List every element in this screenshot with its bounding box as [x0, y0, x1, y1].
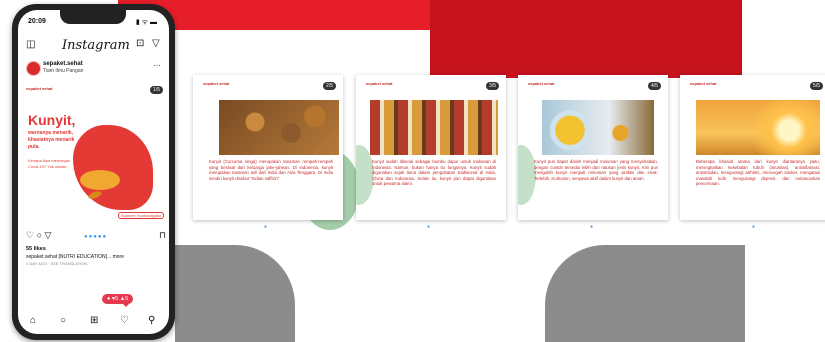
- slide-logo: sepaket sehat: [690, 81, 717, 86]
- search-icon[interactable]: ○: [60, 315, 66, 326]
- avatar[interactable]: [26, 61, 41, 76]
- phone-notch: [60, 10, 126, 24]
- slide-text: Kunyit pun dapat diolah menjadi minuman …: [534, 159, 658, 181]
- phone-mockup: 20:09 ▮ ᯤ ▬ ◫ Instagram ⊡ ▽ sepaket.seha…: [12, 4, 175, 340]
- comment-icon[interactable]: ○: [37, 230, 42, 240]
- more-options-icon[interactable]: ···: [153, 61, 161, 70]
- phone-screen: 20:09 ▮ ᯤ ▬ ◫ Instagram ⊡ ▽ sepaket.seha…: [18, 10, 169, 334]
- slide-logo: sepaket sehat: [26, 86, 53, 91]
- activity-heart-icon[interactable]: ♡: [120, 315, 129, 326]
- slide-logo: sepaket sehat: [528, 81, 555, 86]
- slide-2-indicator: ●: [264, 224, 268, 230]
- post-username[interactable]: sepaket.sehat: [43, 61, 83, 67]
- status-time: 20:09: [28, 18, 46, 25]
- slide-counter: 2/5: [323, 82, 336, 90]
- add-post-icon[interactable]: ⊞: [90, 315, 98, 326]
- app-title: Instagram: [62, 38, 130, 53]
- slide-counter: 1/5: [150, 86, 163, 94]
- slide-text: Kunyit (Curcuma longa) merupakan tanaman…: [209, 159, 333, 181]
- turmeric-drinks-photo: [542, 100, 654, 155]
- slide-logo: sepaket sehat: [366, 81, 393, 86]
- status-icons: ▮ ᯤ ▬: [135, 19, 157, 26]
- india-map-shape: [73, 125, 153, 210]
- slide-counter: 3/5: [486, 82, 499, 90]
- slide-2: sepaket sehat 2/5 Kunyit (Curcuma longa)…: [193, 75, 343, 220]
- post-headline-sub2: Kenapa bisa mencegah Covid-19? Yuk simak…: [28, 158, 71, 169]
- likes-count[interactable]: 55 likes: [26, 246, 46, 252]
- instagram-top-bar: ◫ Instagram ⊡ ▽: [18, 34, 169, 54]
- slide-4-indicator: ●: [590, 224, 594, 230]
- slide-4: sepaket sehat 4/5 Kunyit pun dapat diola…: [518, 75, 668, 220]
- slide-5-indicator: ●: [752, 224, 756, 230]
- activity-notification[interactable]: ● ♥5 ▲5: [102, 294, 134, 307]
- background-dark-red-block: [430, 0, 742, 78]
- carousel-dots: ●●●●●: [84, 234, 108, 240]
- heart-icon[interactable]: ♡: [26, 230, 34, 240]
- camera-icon[interactable]: ◫: [26, 39, 35, 50]
- post-timestamp: 1 DAY AGO · SEE TRANSLATION: [26, 261, 88, 266]
- igtv-icon[interactable]: ⊡: [136, 38, 144, 49]
- slide-logo: sepaket sehat: [203, 81, 230, 86]
- slide-text: Kunyit sudah dikenal sebagai bumbu dapur…: [372, 159, 496, 187]
- share-icon[interactable]: ▽: [45, 230, 52, 240]
- bookmark-icon[interactable]: ⊓: [159, 230, 166, 241]
- sunset-person-photo: [696, 100, 820, 155]
- slide-counter: 4/5: [648, 82, 661, 90]
- post-headline-sub: warnanya menarik, khasiatnya menarik pul…: [28, 130, 75, 150]
- spice-jars-photo: [370, 100, 498, 155]
- post-caption[interactable]: sepaket.sehat [NUTRI EDUCATION]... more: [26, 254, 166, 260]
- slide-3: sepaket sehat 3/5 Kunyit sudah dikenal s…: [356, 75, 506, 220]
- home-icon[interactable]: ⌂: [30, 315, 36, 326]
- slide-counter: 5/5: [810, 82, 823, 90]
- bottom-tab-bar: ⌂ ○ ⊞ ♡ ⚲: [18, 310, 169, 334]
- turmeric-root-photo: [219, 100, 339, 155]
- turmeric-powder-shape: [80, 170, 120, 190]
- background-gray-shape-right: [545, 245, 745, 342]
- slide-3-indicator: ●: [427, 224, 431, 230]
- source-tag: Sumber: foodnavigator: [118, 212, 165, 219]
- send-icon[interactable]: ▽: [152, 38, 160, 49]
- post-image[interactable]: sepaket sehat 1/5 Kunyit, warnanya menar…: [18, 80, 169, 228]
- post-headline: Kunyit,: [28, 112, 76, 128]
- background-gray-shape-left: [175, 245, 295, 342]
- slide-text: Beberapa khasiat utama dari kunyit diant…: [696, 159, 820, 187]
- slide-5: sepaket sehat 5/5 Beberapa khasiat utama…: [680, 75, 825, 220]
- post-user-subtitle: Tiam Ilmu Pangan: [43, 68, 84, 74]
- post-header: sepaket.sehat Tiam Ilmu Pangan ···: [18, 58, 169, 78]
- profile-icon[interactable]: ⚲: [148, 315, 155, 326]
